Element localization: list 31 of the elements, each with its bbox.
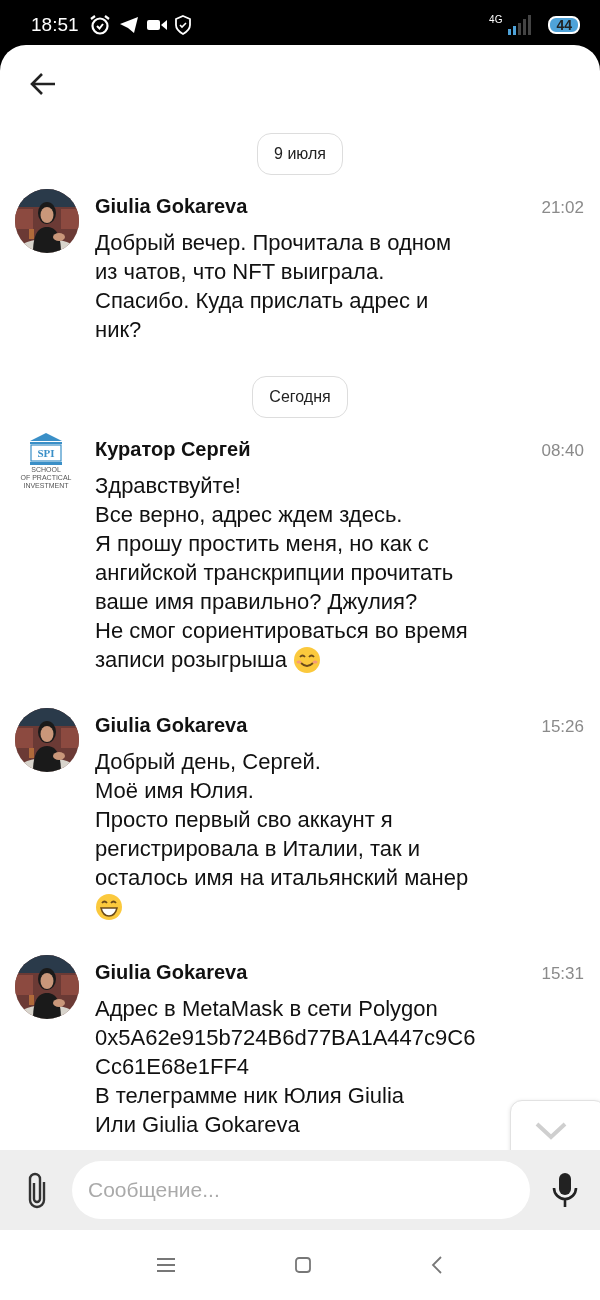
message-text: Добрый вечер. Прочитала в одном из чатов, что NFT выиграла. Спасибо. Куда прислать адрес и ник? (95, 229, 452, 344)
message-time: 08:40 (541, 441, 584, 461)
alarm-clock-icon (88, 13, 111, 36)
date-label: 9 июля (257, 133, 343, 175)
message-time: 21:02 (541, 198, 584, 218)
message-text: Адрес в MetaMask в сети Polygon 0x5A62e915b724B6d77BA1A447c9C6 Cc61E68e1FF4 В телеграмме ник Юлия Giulia Или Giulia Gokareva (95, 995, 476, 1139)
paper-plane-icon (118, 15, 139, 34)
microphone-icon[interactable] (552, 1172, 578, 1208)
smiling-face-icon (293, 645, 321, 674)
menu-icon[interactable] (157, 1258, 175, 1272)
message-input[interactable]: Сообщение... (72, 1161, 530, 1219)
shield-icon (174, 14, 191, 35)
date-label: Сегодня (252, 376, 348, 418)
message-text: Добрый день, Сергей. Моё имя Юлия. Просто первый сво аккаунт я регистрировала в Италии, так и осталось имя на итальянский манер (95, 748, 469, 892)
battery-level: 44 (548, 15, 580, 34)
network-type: 4G (489, 14, 503, 25)
status-time: 18:51 (31, 13, 79, 36)
message-time: 15:31 (541, 964, 584, 984)
back-arrow-icon (30, 71, 56, 96)
author-name: Giulia Gokareva (95, 714, 248, 737)
video-camera-icon (146, 17, 167, 32)
author-name: Куратор Сергей (95, 438, 251, 461)
grinning-face-icon (95, 892, 123, 921)
back-icon[interactable] (431, 1256, 443, 1274)
message-text: записи розыгрыша (95, 646, 287, 674)
home-square-icon[interactable] (295, 1257, 311, 1273)
author-name: Giulia Gokareva (95, 961, 248, 984)
author-name: Giulia Gokareva (95, 195, 248, 218)
message-time: 15:26 (541, 717, 584, 737)
logo-mark: SPI (37, 447, 55, 459)
chevron-down-icon (534, 1120, 568, 1141)
